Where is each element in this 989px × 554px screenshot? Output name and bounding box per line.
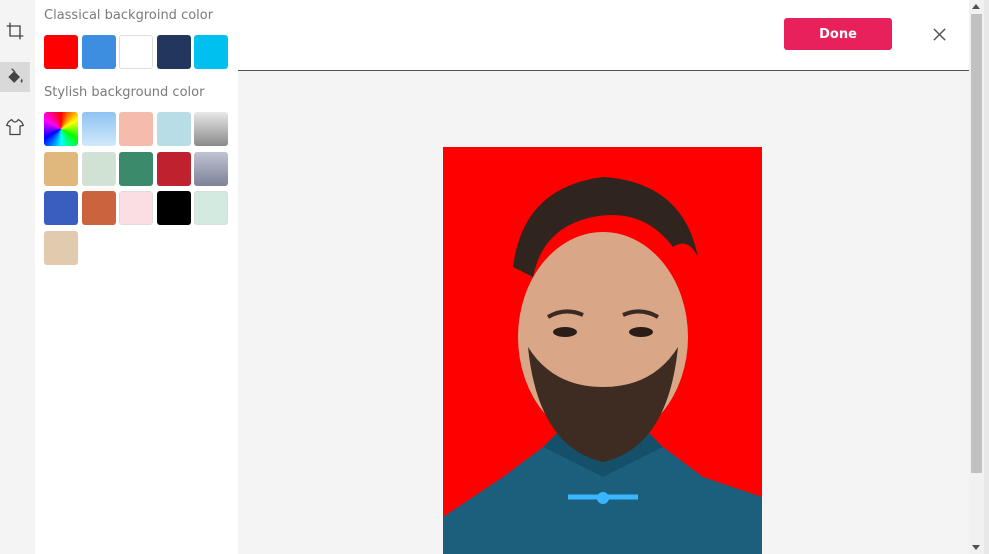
crop-tool-button[interactable] <box>0 16 30 46</box>
stylish-color-swatch[interactable] <box>44 230 78 265</box>
stylish-color-swatch[interactable] <box>44 151 78 186</box>
classical-color-swatch[interactable] <box>81 35 116 69</box>
crop-icon <box>6 22 24 40</box>
stylish-color-swatch[interactable] <box>119 191 153 225</box>
scrollbar-thumb[interactable] <box>971 14 982 473</box>
stylish-color-swatch[interactable] <box>44 112 78 146</box>
shirt-icon <box>6 118 24 136</box>
stylish-color-swatch[interactable] <box>44 191 78 225</box>
close-button[interactable] <box>928 23 950 45</box>
stylish-color-title: Stylish background color <box>44 85 205 100</box>
stylish-color-swatch[interactable] <box>81 191 116 225</box>
stylish-color-swatch[interactable] <box>156 151 191 186</box>
stylish-color-swatch[interactable] <box>156 191 191 225</box>
stylish-color-swatch[interactable] <box>81 151 116 186</box>
stylish-color-swatch[interactable] <box>119 112 153 146</box>
paint-bucket-icon <box>8 68 23 83</box>
vertical-scrollbar[interactable] <box>969 0 984 554</box>
background-color-panel: Classical backgroind color Stylish backg… <box>35 0 238 554</box>
scroll-down-arrow-icon[interactable] <box>972 545 980 550</box>
close-icon <box>932 27 946 41</box>
background-tool-button[interactable] <box>0 62 30 92</box>
stylish-color-swatch[interactable] <box>119 151 153 186</box>
classical-color-swatch[interactable] <box>44 35 78 69</box>
classical-color-swatch[interactable] <box>119 35 153 69</box>
classical-color-title: Classical backgroind color <box>44 8 214 23</box>
classical-color-swatch[interactable] <box>194 35 228 69</box>
stylish-color-swatch[interactable] <box>156 112 191 146</box>
stylish-color-swatch[interactable] <box>194 191 228 225</box>
done-button[interactable]: Done <box>784 18 892 50</box>
portrait-photo <box>443 147 762 554</box>
stylish-color-swatch[interactable] <box>194 112 228 146</box>
stylish-color-swatch[interactable] <box>194 151 228 186</box>
tool-rail <box>0 0 35 554</box>
classical-color-swatch[interactable] <box>156 35 191 69</box>
page-edge <box>984 0 989 554</box>
scroll-up-arrow-icon[interactable] <box>972 4 980 9</box>
stylish-color-swatch[interactable] <box>81 112 116 146</box>
outfit-tool-button[interactable] <box>0 112 30 142</box>
